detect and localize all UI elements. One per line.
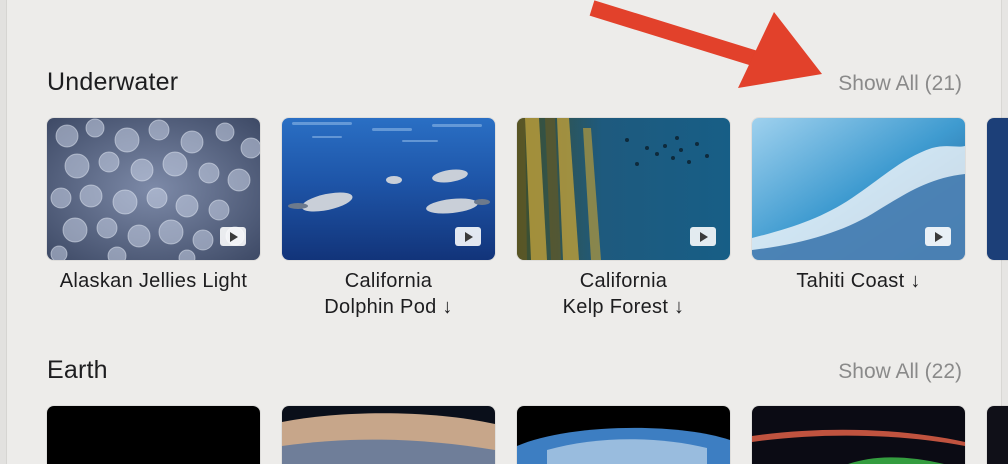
caption-line1: California — [344, 270, 433, 292]
caption-line1: Alaskan Jellies Light — [59, 270, 248, 292]
thumbnail-earth-4[interactable] — [752, 406, 965, 464]
thumbnail-earth-1[interactable] — [47, 406, 260, 464]
caption-line2: Dolphin Pod ↓ — [324, 296, 453, 318]
thumbnail-partial-next[interactable] — [987, 118, 1008, 260]
caption-tahiti-coast: Tahiti Coast ↓ — [752, 268, 965, 294]
caption-california-kelp-forest: California Kelp Forest ↓ — [517, 268, 730, 320]
left-window-edge — [0, 0, 7, 464]
caption-california-dolphin-pod: California Dolphin Pod ↓ — [282, 268, 495, 320]
aerial-wallpaper-browser: Underwater Show All (21) Alaskan Jellies… — [0, 0, 1008, 464]
play-badge-icon — [925, 227, 951, 246]
thumbnail-california-dolphin-pod[interactable] — [282, 118, 495, 260]
play-badge-icon — [220, 227, 246, 246]
section-title-earth: Earth — [47, 356, 108, 384]
section-title-underwater: Underwater — [47, 68, 179, 96]
thumbnail-earth-3[interactable] — [517, 406, 730, 464]
thumbnail-california-kelp-forest[interactable] — [517, 118, 730, 260]
caption-line1: Tahiti Coast ↓ — [796, 270, 921, 292]
caption-line2: Kelp Forest ↓ — [562, 296, 685, 318]
thumbnail-earth-2[interactable] — [282, 406, 495, 464]
red-arrow-annotation — [589, 0, 822, 88]
show-all-earth-button[interactable]: Show All (22) — [838, 360, 962, 384]
caption-alaskan-jellies: Alaskan Jellies Light — [47, 268, 260, 294]
thumbnail-alaskan-jellies[interactable] — [47, 118, 260, 260]
play-badge-icon — [455, 227, 481, 246]
caption-line1: California — [579, 270, 668, 292]
thumbnail-tahiti-coast[interactable] — [752, 118, 965, 260]
play-badge-icon — [690, 227, 716, 246]
thumbnail-earth-partial-next[interactable] — [987, 406, 1008, 464]
